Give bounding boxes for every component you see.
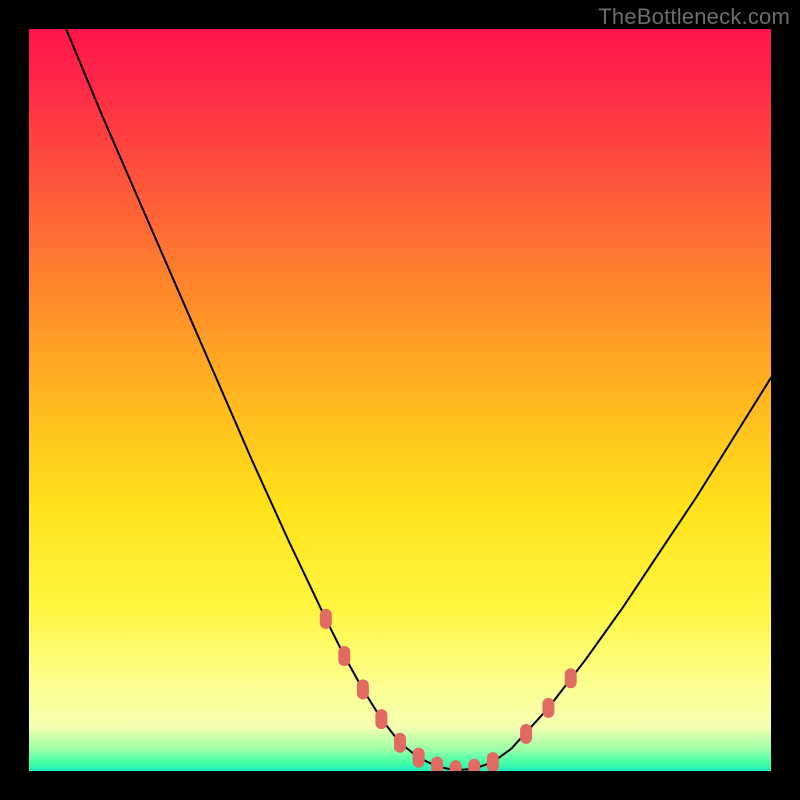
highlight-dot: [338, 646, 350, 666]
chart-frame: TheBottleneck.com: [0, 0, 800, 800]
highlight-dot: [542, 698, 554, 718]
highlight-dot: [468, 759, 480, 771]
highlight-dot: [375, 709, 387, 729]
highlight-dot: [357, 679, 369, 699]
highlight-dots: [320, 609, 577, 771]
highlight-dot: [431, 757, 443, 772]
highlight-dot: [394, 733, 406, 753]
curve-svg: [29, 29, 771, 771]
highlight-dot: [320, 609, 332, 629]
plot-area: [29, 29, 771, 771]
bottleneck-curve: [66, 29, 771, 770]
highlight-dot: [565, 668, 577, 688]
highlight-dot: [413, 748, 425, 768]
highlight-dot: [520, 724, 532, 744]
highlight-dot: [450, 760, 462, 771]
highlight-dot: [487, 752, 499, 771]
watermark-text: TheBottleneck.com: [598, 4, 790, 30]
